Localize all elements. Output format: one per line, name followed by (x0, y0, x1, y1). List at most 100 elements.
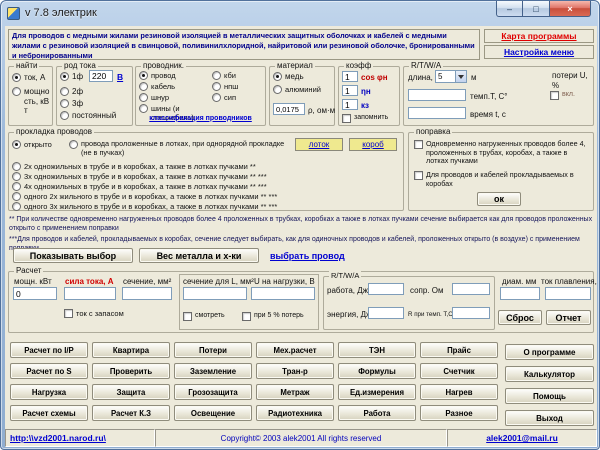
program-map-link[interactable]: Карта программы (484, 29, 594, 43)
r-at-temp-input[interactable] (452, 307, 490, 319)
power-input[interactable] (13, 287, 57, 300)
close-button[interactable]: × (549, 1, 591, 17)
group-correction: поправка Одновременно нагруженных провод… (408, 132, 594, 211)
menu-button-ten[interactable]: ТЭН (338, 342, 416, 358)
melting-current-input[interactable] (545, 287, 591, 300)
ok-button[interactable]: ок (477, 192, 521, 206)
choose-wire-link[interactable]: выбрать провод (270, 251, 345, 261)
laying-one-3core-option[interactable]: одного 3х жильного в трубе и в коробках,… (12, 202, 400, 211)
laying-2core-option[interactable]: 2х одножильных в трубе и в коробках, а т… (12, 162, 400, 171)
find-option-current[interactable]: ток, А (12, 73, 52, 83)
help-button[interactable]: Помощь (505, 388, 594, 404)
correction-ducts-checkbox[interactable]: Для проводов и кабелей прокладываемых в … (414, 171, 590, 188)
find-option-power[interactable]: мощность, кВт (12, 87, 50, 116)
reset-button[interactable]: Сброс (498, 310, 542, 325)
menu-button-raschet-shemy[interactable]: Расчет схемы (10, 405, 88, 421)
menu-button-nagruzka[interactable]: Нагрузка (10, 384, 88, 400)
menu-button-raschet-s[interactable]: Расчет по S (10, 363, 88, 379)
conductor-sip-option[interactable]: сип (212, 93, 236, 102)
material-aluminium-option[interactable]: алюминий (273, 85, 321, 94)
current-reserve-checkbox[interactable]: ток с запасом (64, 309, 124, 318)
efficiency-input[interactable] (342, 85, 358, 96)
maximize-button[interactable]: □ (523, 1, 549, 17)
time-input[interactable] (408, 107, 466, 119)
metal-weight-button[interactable]: Вес металла и х-ки (139, 248, 259, 263)
conductor-npsh-option[interactable]: нпш (212, 82, 238, 91)
energy-input[interactable] (368, 307, 404, 319)
menu-settings-link[interactable]: Настройка меню (484, 45, 594, 59)
menu-button-raschet-ip[interactable]: Расчет по I/P (10, 342, 88, 358)
site-link[interactable]: http:\\vzd2001.narod.ru\ (10, 433, 106, 443)
menu-button-rabota[interactable]: Работа (338, 405, 416, 421)
menu-button-poteri[interactable]: Потери (174, 342, 252, 358)
correction-more-than-4-checkbox[interactable]: Одновременно нагруженных проводов более … (414, 140, 590, 166)
on-checkbox[interactable]: вкл. (550, 91, 575, 100)
menu-button-radiotehnika[interactable]: Радиотехника (256, 405, 334, 421)
menu-button-zashchita[interactable]: Защита (92, 384, 170, 400)
loss5-checkbox[interactable]: при 5 % потерь (242, 312, 304, 321)
current-input[interactable] (64, 287, 116, 300)
work-input[interactable] (368, 283, 404, 295)
conductor-cable-option[interactable]: кабель (139, 82, 175, 91)
watch-checkbox[interactable]: смотреть (183, 312, 225, 321)
menu-button-schetchik[interactable]: Счетчик (420, 363, 498, 379)
menu-button-mech-raschet[interactable]: Мех.расчет (256, 342, 334, 358)
about-button[interactable]: О программе (505, 344, 594, 360)
menu-button-osveshchenie[interactable]: Освещение (174, 405, 252, 421)
duct-link[interactable]: короб (349, 138, 397, 151)
find-option-label: мощность, кВт (24, 87, 50, 116)
conductor-classification-link[interactable]: классификация проводников (136, 115, 265, 124)
laying-tray-single-option[interactable]: провода проложенные в лотках, при одноря… (69, 140, 287, 157)
report-button[interactable]: Отчет (546, 310, 591, 325)
laying-open-option[interactable]: открыто (12, 140, 52, 149)
power-label: мощн. кВт (14, 277, 52, 287)
close-icon: × (567, 4, 572, 14)
menu-button-raznoe[interactable]: Разное (420, 405, 498, 421)
temperature-input[interactable] (408, 89, 466, 101)
menu-button-ed-izmereniya[interactable]: Ед.измерения (338, 384, 416, 400)
material-copper-option[interactable]: медь (273, 72, 304, 82)
phase-1-option[interactable]: 1ф (60, 72, 83, 82)
email-link[interactable]: alek2001@mail.ru (486, 433, 558, 443)
cos-phi-input[interactable] (342, 71, 358, 82)
menu-button-proverit[interactable]: Проверить (92, 363, 170, 379)
dc-option[interactable]: постоянный (60, 111, 116, 121)
calculator-button[interactable]: Калькулятор (505, 366, 594, 382)
conductor-wire-option[interactable]: провод (139, 71, 176, 80)
status-site-cell: http:\\vzd2001.narod.ru\ (5, 429, 155, 447)
conductor-kbi-option[interactable]: кби (212, 71, 236, 80)
voltage-input[interactable] (89, 70, 113, 82)
remember-checkbox[interactable]: запомнить (342, 114, 388, 123)
menu-button-label: Грозозащита (188, 388, 238, 397)
resistivity-input[interactable] (273, 103, 305, 115)
laying-4core-option[interactable]: 4х одножильных в трубе и в коробках, а т… (12, 182, 400, 191)
minimize-button[interactable]: – (496, 1, 523, 17)
laying-3core-option[interactable]: 3х одножильных в трубе и в коробках, а т… (12, 172, 400, 181)
voltage-unit-link[interactable]: В (117, 72, 123, 82)
show-selection-button[interactable]: Показывать выбор (13, 248, 133, 263)
title-bar[interactable]: v 7.8 электрик – □ × (1, 1, 599, 25)
section-for-length-input[interactable] (183, 287, 247, 300)
menu-button-grozozashchita[interactable]: Грозозащита (174, 384, 252, 400)
menu-button-kvartira[interactable]: Квартира (92, 342, 170, 358)
section-input[interactable] (122, 287, 172, 300)
phase-3-option[interactable]: 3ф (60, 99, 83, 109)
conductor-cord-option[interactable]: шнур (139, 93, 169, 102)
exit-button[interactable]: Выход (505, 410, 594, 426)
laying-one-2core-option[interactable]: одного 2х жильного в трубе и в коробках,… (12, 192, 400, 201)
resistance-input[interactable] (452, 283, 490, 295)
menu-button-nagrev[interactable]: Нагрев (420, 384, 498, 400)
menu-button-formuly[interactable]: Формулы (338, 363, 416, 379)
menu-button-label: Формулы (358, 367, 396, 376)
menu-button-metrazh[interactable]: Метраж (256, 384, 334, 400)
menu-button-raschet-kz[interactable]: Расчет К.З (92, 405, 170, 421)
tray-link[interactable]: лоток (295, 138, 343, 151)
u-load-input[interactable] (251, 287, 315, 300)
menu-button-transformator[interactable]: Тран-р (256, 363, 334, 379)
load-coeff-input[interactable] (342, 99, 358, 110)
menu-button-price[interactable]: Прайс (420, 342, 498, 358)
length-select[interactable]: 5 (435, 70, 467, 83)
phase-2-option[interactable]: 2ф (60, 87, 83, 97)
diameter-input[interactable] (500, 287, 540, 300)
menu-button-zazemlenie[interactable]: Заземление (174, 363, 252, 379)
